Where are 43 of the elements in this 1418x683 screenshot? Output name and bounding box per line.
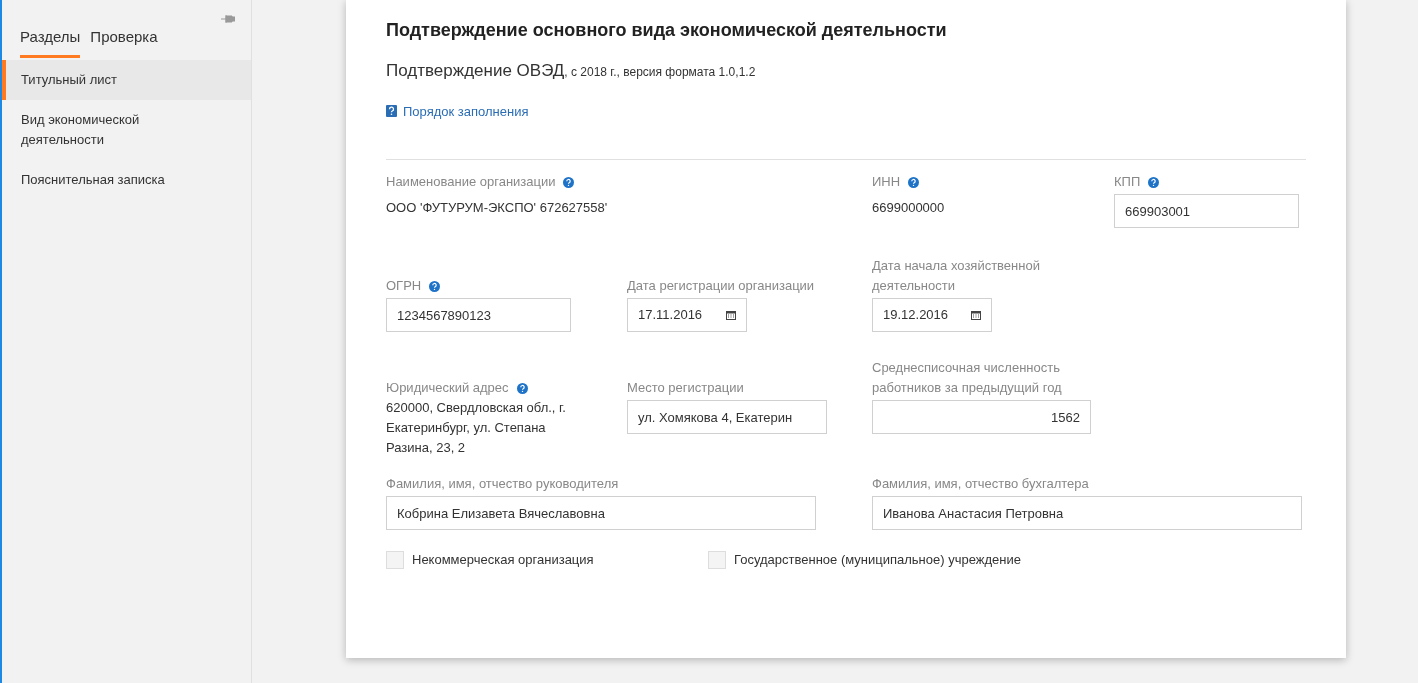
input-field[interactable]: 1562 bbox=[872, 400, 1091, 434]
input-field[interactable]: Кобрина Елизавета Вячеславовна bbox=[386, 496, 816, 530]
field-label: Юридический адрес bbox=[386, 379, 509, 397]
input-field[interactable]: 1234567890123 bbox=[386, 298, 571, 332]
sidebar-item[interactable]: Пояснительная записка bbox=[2, 159, 251, 200]
help-icon[interactable] bbox=[429, 280, 441, 292]
field-label: Среднесписочная численность работников за предыдущий год bbox=[872, 359, 1063, 397]
field-label: Дата регистрации организации bbox=[627, 277, 815, 295]
field-label: Дата начала хозяйственной деятельности bbox=[872, 257, 1041, 295]
calendar-icon[interactable] bbox=[971, 310, 981, 320]
date-field[interactable]: 19.12.2016 bbox=[872, 298, 992, 332]
help-icon[interactable] bbox=[516, 382, 528, 394]
sidebar-item[interactable]: Вид экономической деятельности bbox=[2, 99, 251, 160]
form-subtitle: Подтверждение ОВЭД, с 2018 г., версия формата 1.0,1.2 bbox=[386, 60, 757, 82]
field-label: Наименование организации bbox=[386, 173, 556, 191]
field-value: 620000, Свердловская обл., г. Екатеринбург, ул. Степана Разина, 23, 2 bbox=[386, 399, 567, 457]
sidebar-tab[interactable]: Проверка bbox=[90, 26, 158, 58]
field-value: ООО 'ФУТУРУМ-ЭКСПО' 672627558' bbox=[386, 199, 609, 217]
checkbox-label: Государственное (муниципальное) учреждение bbox=[734, 551, 1021, 569]
field-label: ИНН bbox=[872, 173, 901, 191]
form-title: Подтверждение основного вида экономической деятельности bbox=[386, 19, 948, 42]
help-book-icon bbox=[386, 105, 397, 118]
help-icon[interactable] bbox=[1148, 176, 1160, 188]
help-icon[interactable] bbox=[908, 176, 920, 188]
field-label: Фамилия, имя, отчество бухгалтера bbox=[872, 475, 1090, 493]
checkbox[interactable] bbox=[386, 550, 404, 569]
field-label: КПП bbox=[1114, 173, 1141, 191]
help-link[interactable]: Порядок заполнения bbox=[386, 101, 529, 121]
input-field[interactable]: ул. Хомякова 4, Екатерин bbox=[627, 400, 827, 434]
sidebar-tab[interactable]: Разделы bbox=[20, 26, 81, 58]
sidebar-item[interactable]: Титульный лист bbox=[2, 59, 251, 100]
field-label: Место регистрации bbox=[627, 379, 744, 397]
field-label: Фамилия, имя, отчество руководителя bbox=[386, 475, 620, 493]
input-field[interactable]: Иванова Анастасия Петровна bbox=[872, 496, 1302, 530]
date-field[interactable]: 17.11.2016 bbox=[627, 298, 747, 332]
checkbox-label: Некоммерческая организация bbox=[412, 551, 594, 569]
pin-icon[interactable] bbox=[221, 14, 235, 24]
help-icon[interactable] bbox=[563, 176, 575, 188]
field-value: 6699000000 bbox=[872, 199, 946, 217]
checkbox[interactable] bbox=[708, 550, 726, 569]
input-field[interactable]: 669903001 bbox=[1114, 194, 1299, 228]
field-label: ОГРН bbox=[386, 277, 422, 295]
calendar-icon[interactable] bbox=[726, 310, 736, 320]
